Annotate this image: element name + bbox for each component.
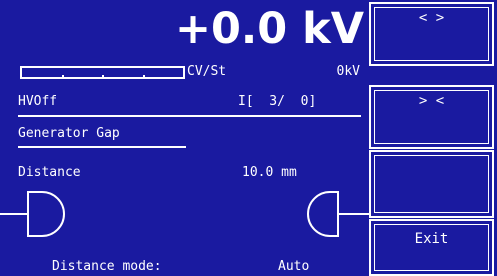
exit-button[interactable]: Exit [369, 219, 494, 276]
hv-state: HVOff [18, 94, 58, 109]
blank-softkey-button[interactable] [369, 150, 494, 218]
distance-mode-label: Distance mode: [52, 259, 162, 274]
status-indicator: I[ 3/ 0] [238, 94, 317, 109]
narrow-gap-label: > < [418, 93, 445, 109]
meter-value: 0kV [336, 64, 360, 79]
voltage-meter-bar [20, 66, 185, 79]
electrode-right-icon [307, 191, 370, 237]
widen-gap-button[interactable]: < > [369, 2, 494, 66]
distance-value: 10.0 mm [242, 165, 297, 180]
exit-label: Exit [414, 231, 449, 247]
divider-line [18, 115, 361, 117]
voltage-readout: +0.0 kV [174, 4, 364, 54]
meter-label: CV/St [187, 64, 227, 79]
widen-gap-label: < > [418, 10, 445, 26]
distance-label: Distance [18, 165, 81, 180]
section-underline [18, 146, 186, 148]
distance-mode-value[interactable]: Auto [278, 259, 309, 275]
narrow-gap-button[interactable]: > < [369, 85, 494, 149]
hv-generator-screen: +0.0 kV CV/St 0kV HVOff I[ 3/ 0] Generat… [0, 0, 497, 276]
electrode-left-icon [0, 191, 65, 237]
section-title: Generator Gap [18, 126, 120, 141]
